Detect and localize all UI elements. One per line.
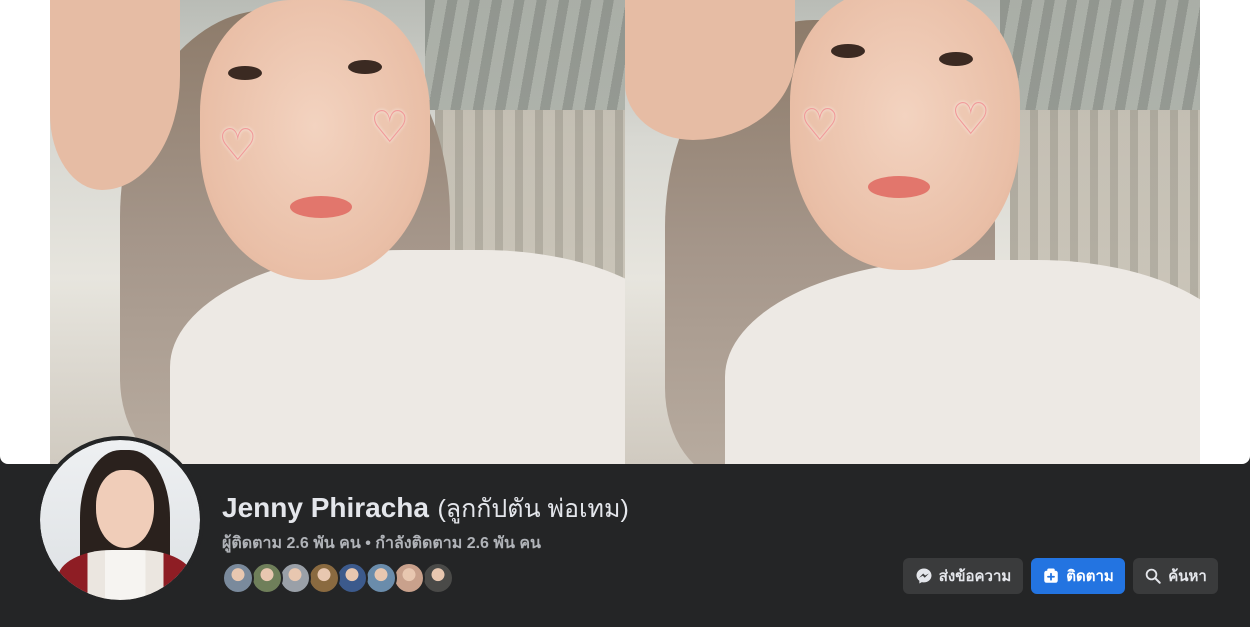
profile-photo (40, 440, 200, 600)
cover-photo[interactable]: ♡ ♡ ♡ ♡ (0, 0, 1250, 464)
profile-avatar[interactable] (36, 436, 204, 604)
profile-page: ♡ ♡ ♡ ♡ Jenny Phiracha (ลูกกัปตัน พ่อเทม… (0, 0, 1250, 627)
cover-photo-right: ♡ ♡ (625, 0, 1200, 464)
follow-button[interactable]: ติดตาม (1031, 558, 1125, 594)
follower-avatar[interactable] (250, 562, 283, 594)
search-icon (1145, 568, 1161, 584)
follower-avatar[interactable] (336, 562, 368, 594)
follower-avatar[interactable] (364, 562, 397, 594)
follower-stats[interactable]: ผู้ติดตาม 2.6 พัน คน • กำลังติดตาม 2.6 พ… (222, 531, 541, 556)
follower-avatar[interactable] (222, 562, 254, 594)
follower-avatar-stack (222, 562, 462, 594)
follower-avatar[interactable] (421, 562, 454, 594)
follower-avatar[interactable] (307, 562, 340, 594)
send-message-button[interactable]: ส่งข้อความ (903, 558, 1023, 594)
send-message-label: ส่งข้อความ (938, 568, 1012, 585)
follow-label: ติดตาม (1066, 568, 1114, 585)
profile-name-heading: Jenny Phiracha (ลูกกัปตัน พ่อเทม) (222, 489, 629, 529)
search-button[interactable]: ค้นหา (1133, 558, 1218, 594)
profile-alternate-name: (ลูกกัปตัน พ่อเทม) (437, 495, 629, 523)
cover-photo-collage: ♡ ♡ ♡ ♡ (50, 0, 1200, 464)
messenger-icon (916, 568, 932, 584)
cover-photo-left: ♡ ♡ (50, 0, 625, 464)
profile-name: Jenny Phiracha (222, 492, 429, 523)
follower-avatar[interactable] (393, 562, 425, 594)
follower-avatar[interactable] (279, 562, 311, 594)
follow-plus-icon (1044, 568, 1058, 583)
search-label: ค้นหา (1168, 568, 1207, 585)
